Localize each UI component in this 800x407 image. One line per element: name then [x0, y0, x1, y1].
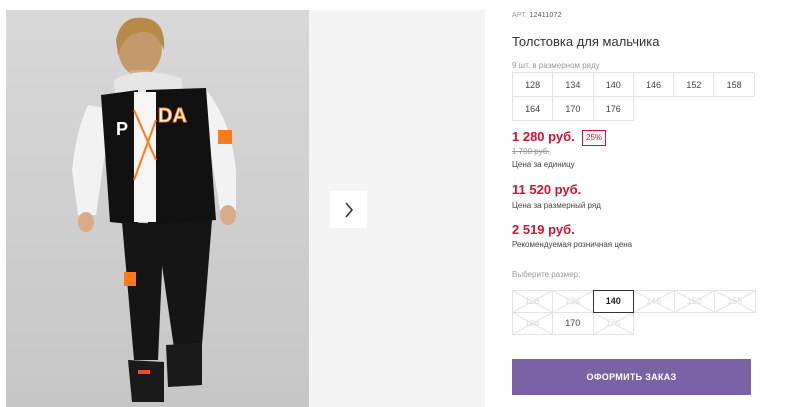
size-option[interactable]: 128 — [511, 289, 553, 313]
size-row-table: 128 134 140 146 152 158 164 170 176 — [512, 72, 755, 121]
unit-price: 1 280 руб. — [512, 129, 575, 144]
size-row-cell: 134 — [553, 73, 594, 97]
size-row-cell: 158 — [714, 73, 755, 97]
discount-badge: 25% — [582, 130, 607, 146]
sku-label: АРТ. — [512, 12, 528, 19]
svg-text:P: P — [116, 119, 128, 139]
size-row-cell: 140 — [593, 73, 634, 97]
sku-value: 12411072 — [529, 12, 562, 19]
svg-text:DA: DA — [158, 105, 187, 127]
choose-size-label: Выберите размер: — [512, 270, 581, 279]
unit-price-label: Цена за единицу — [512, 160, 575, 169]
size-row-cell: 146 — [633, 73, 675, 97]
size-row-cell: 164 — [513, 97, 554, 121]
product-sku: АРТ. 12411072 — [512, 12, 562, 19]
size-row-label: 9 шт. в размерном ряду — [512, 61, 600, 70]
chevron-right-icon — [344, 201, 353, 218]
size-option[interactable]: 152 — [673, 289, 715, 313]
size-option[interactable]: 134 — [552, 289, 594, 313]
retail-price: 2 519 руб. — [512, 222, 575, 237]
product-photo[interactable]: P DA — [6, 10, 309, 407]
size-row-cell: 176 — [593, 97, 634, 121]
size-row-cell: 128 — [513, 73, 554, 97]
size-option[interactable]: 146 — [633, 289, 675, 313]
size-option-selected[interactable]: 140 — [592, 289, 634, 313]
row-price: 11 520 руб. — [512, 182, 582, 197]
size-option[interactable]: 176 — [592, 311, 634, 335]
size-option[interactable]: 158 — [714, 289, 756, 313]
checkout-button[interactable]: ОФОРМИТЬ ЗАКАЗ — [512, 359, 751, 395]
size-row-cell: 152 — [674, 73, 715, 97]
retail-price-label: Рекомендуемая розничная цена — [512, 240, 633, 249]
size-picker: 128 134 140 146 152 158 164 170 176 — [511, 289, 756, 335]
size-row-cell: 170 — [553, 97, 594, 121]
size-option[interactable]: 164 — [511, 311, 553, 335]
old-price: 1 700 руб. — [512, 147, 550, 156]
next-image-button[interactable] — [330, 191, 367, 228]
row-price-label: Цена за размерный ряд — [512, 201, 601, 210]
size-option[interactable]: 170 — [552, 311, 594, 335]
product-photo-image: P DA — [72, 17, 236, 402]
product-title: Толстовка для мальчика — [512, 34, 660, 49]
